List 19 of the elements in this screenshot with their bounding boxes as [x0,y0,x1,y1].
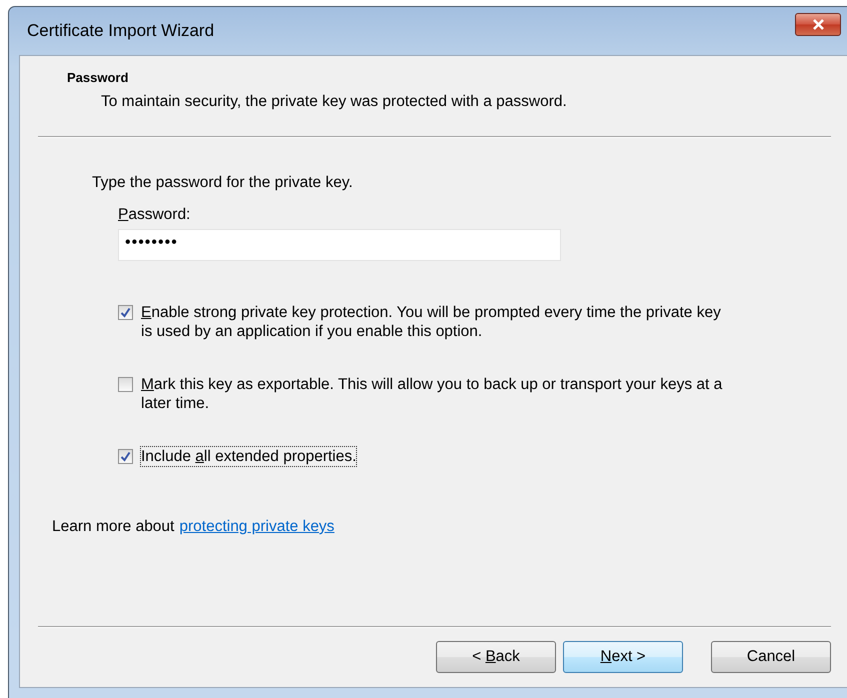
checkbox-label[interactable]: Enable strong private key protection. You will be prompted every time the private key is used by an application if you enable this option. [141,303,733,341]
close-button[interactable] [795,12,841,36]
checkbox[interactable] [118,305,133,320]
password-label: Password: [118,206,190,224]
checkbox-label[interactable]: Include all extended properties. [141,447,356,466]
page-title: Password [67,70,130,85]
cancel-button[interactable]: Cancel [711,641,831,673]
prompt-text: Type the password for the private key. [92,174,354,192]
back-button[interactable]: < Back [436,641,556,673]
next-button[interactable]: Next > [563,641,683,673]
password-field[interactable]: •••••••• [118,229,561,261]
window-title: Certificate Import Wizard [27,21,214,41]
close-icon [812,18,824,30]
checkbox[interactable] [118,449,133,464]
learn-more-text: Learn more about [52,518,174,536]
checkbox-label[interactable]: Mark this key as exportable. This will allow you to back up or transport your keys at a later time. [141,375,733,413]
checkbox[interactable] [118,377,133,392]
help-link[interactable]: protecting private keys [179,518,334,536]
page-subtitle: To maintain security, the private key was protected with a password. [101,93,568,111]
